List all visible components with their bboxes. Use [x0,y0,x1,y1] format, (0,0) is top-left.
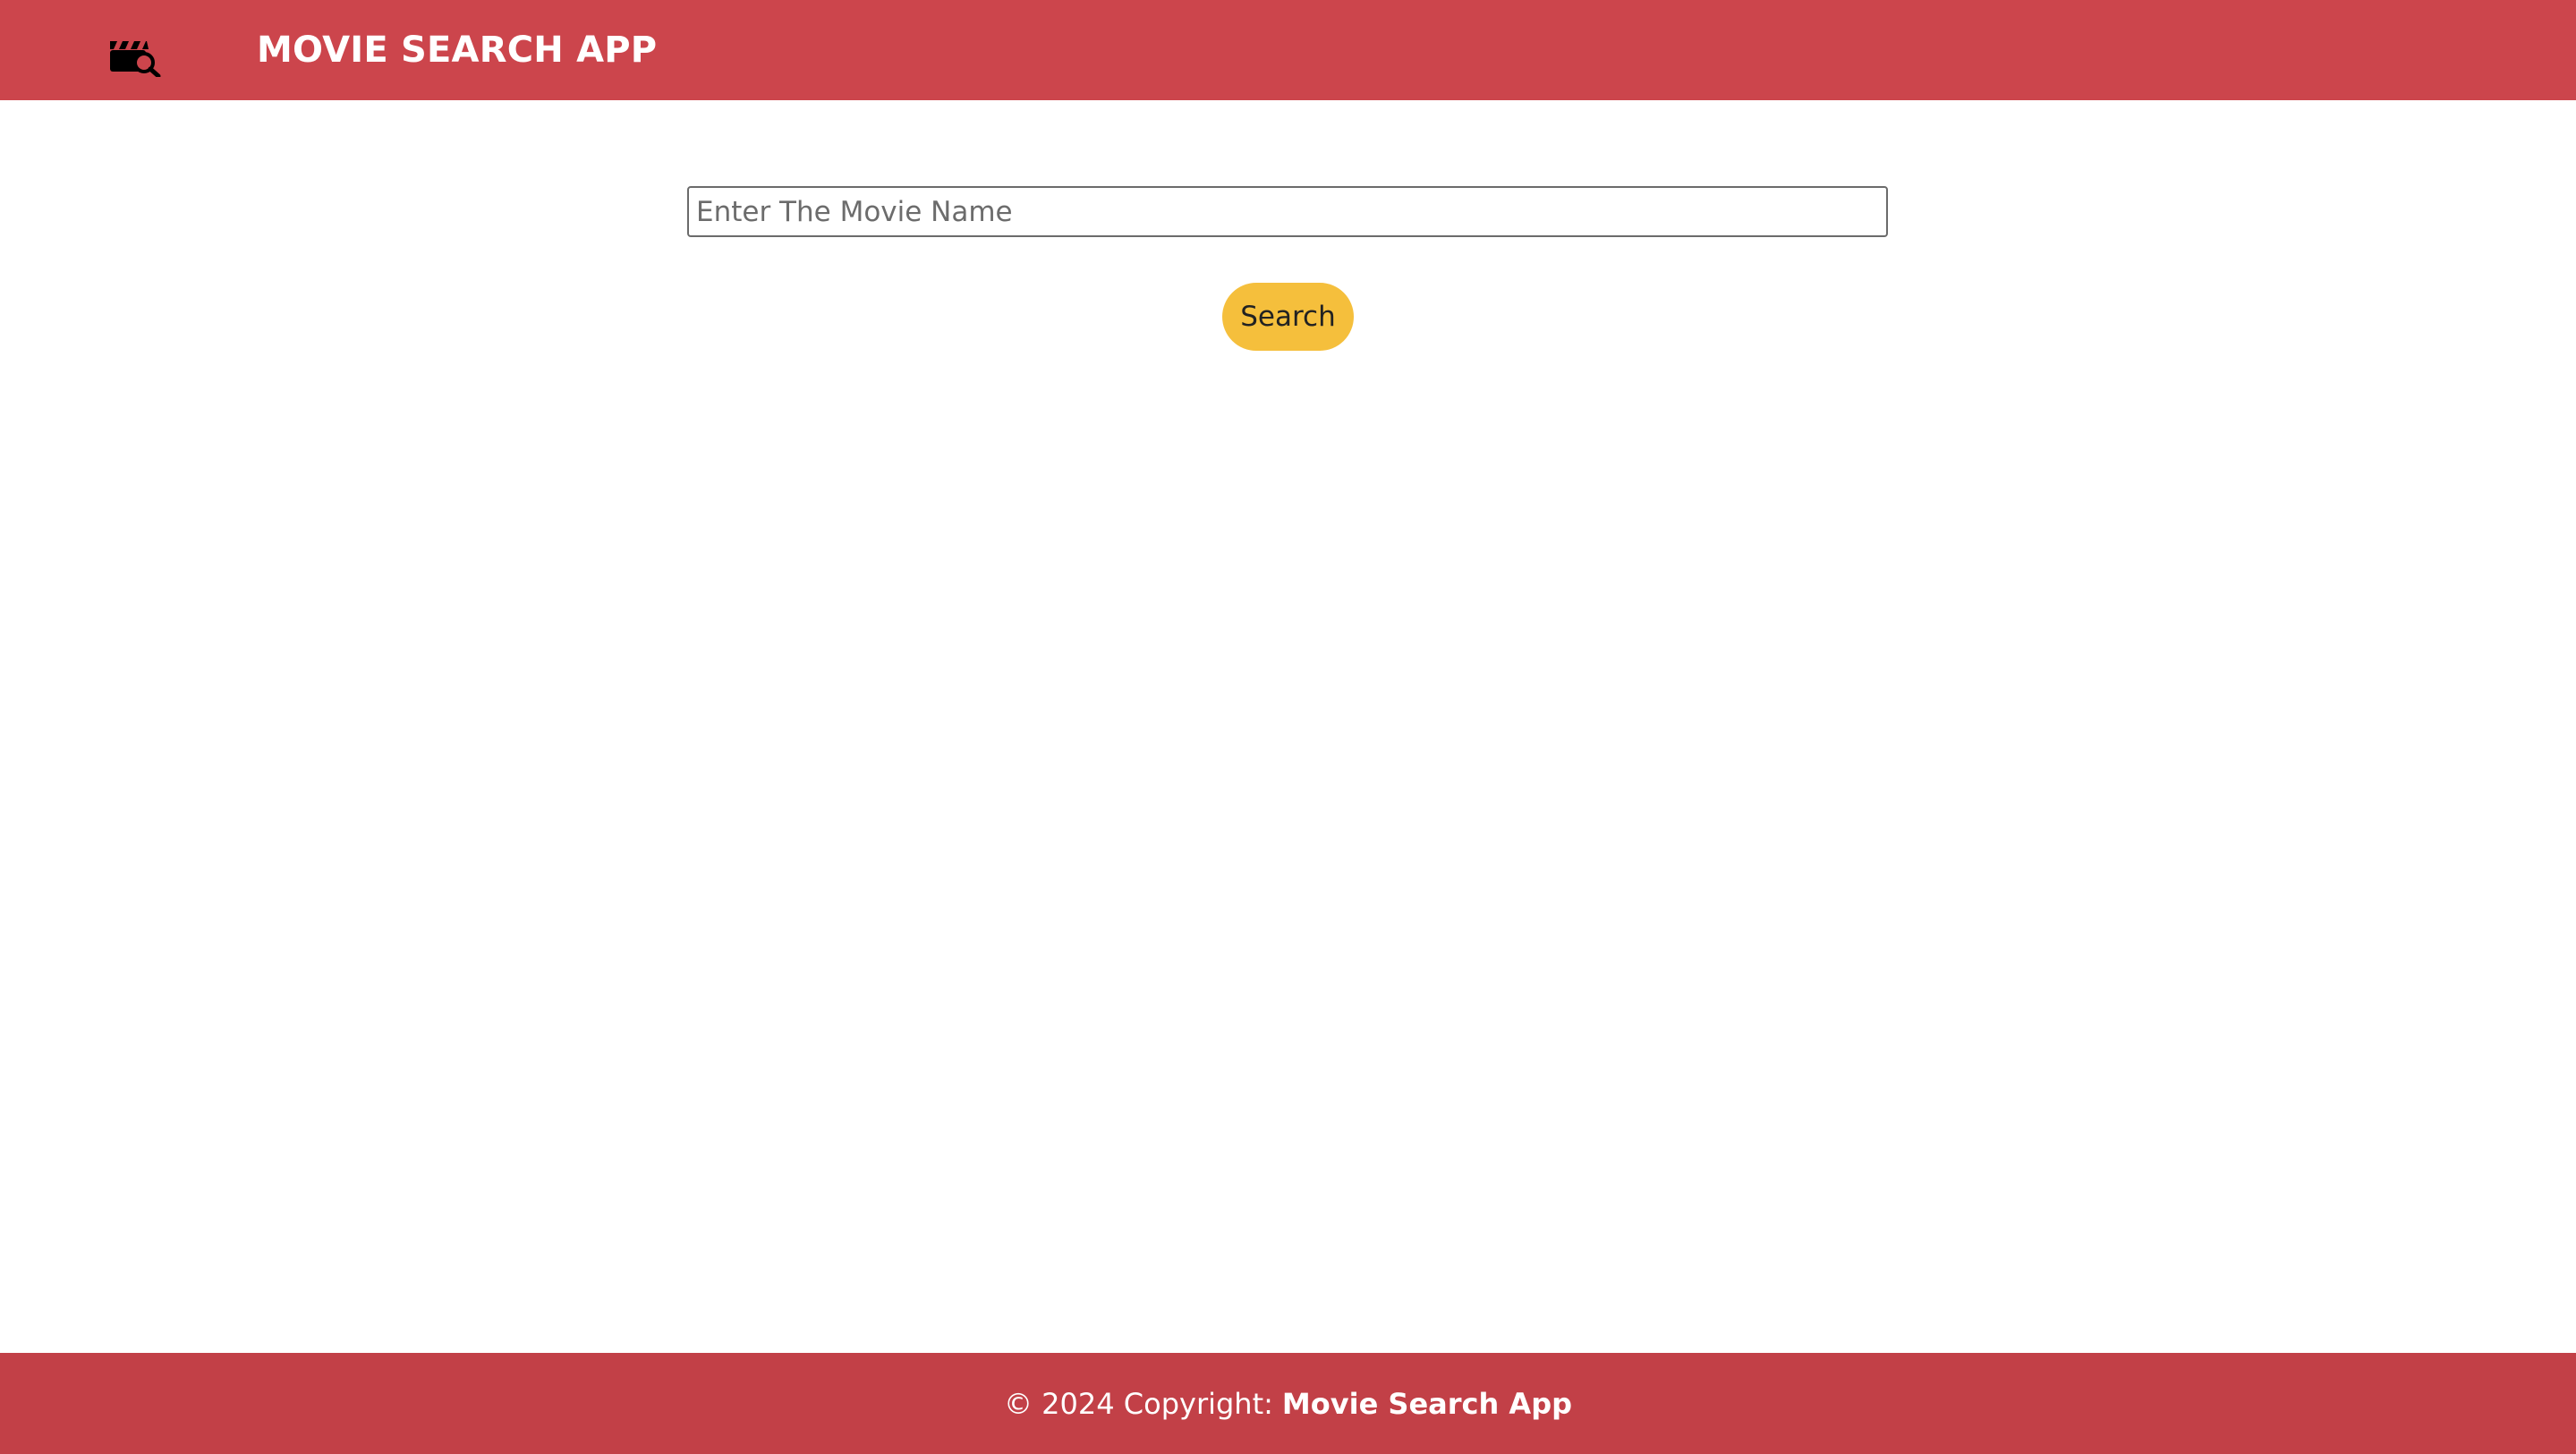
movie-search-icon[interactable] [109,38,161,77]
footer-copyright: © 2024 Copyright: [1003,1386,1273,1421]
page: MOVIE SEARCH APP Search © 2024 Copyright… [0,0,2576,1454]
search-button[interactable]: Search [1222,283,1354,351]
movie-name-input[interactable] [687,186,1888,237]
navbar: MOVIE SEARCH APP [0,0,2576,100]
footer: © 2024 Copyright: Movie Search App [0,1353,2576,1454]
app-title: MOVIE SEARCH APP [257,30,658,71]
footer-app-name: Movie Search App [1281,1386,1572,1421]
